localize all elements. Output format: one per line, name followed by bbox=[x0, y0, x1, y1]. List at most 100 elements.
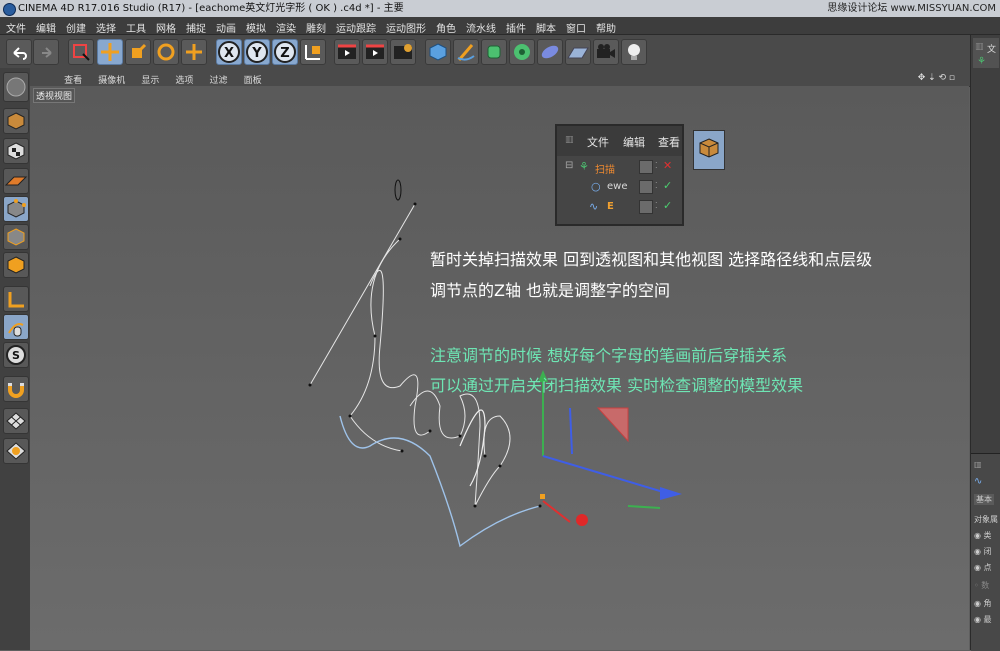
live-selection-button[interactable] bbox=[68, 39, 94, 65]
floor-icon bbox=[567, 47, 589, 59]
viewport-menu-display[interactable]: 显示 bbox=[141, 76, 159, 86]
render-settings-button[interactable] bbox=[390, 39, 416, 65]
nurbs-button[interactable] bbox=[481, 39, 507, 65]
object-menu-edit[interactable]: 编辑 bbox=[623, 134, 645, 150]
render-picture-viewer-button[interactable] bbox=[362, 39, 388, 65]
mograph-cloner-button[interactable] bbox=[509, 39, 535, 65]
visibility-dots-icon[interactable]: ⁚ bbox=[655, 201, 658, 210]
object-row-circle[interactable]: ○ ewe ⁚ ✓ bbox=[557, 177, 682, 197]
polygons-mode-button[interactable] bbox=[3, 252, 29, 278]
transform-icon bbox=[186, 44, 202, 60]
viewport-menu-options[interactable]: 选项 bbox=[175, 76, 193, 86]
pen-spline-button[interactable] bbox=[453, 39, 479, 65]
attr-item-2[interactable]: ◉ 闭 bbox=[974, 546, 992, 557]
object-row-spline-e[interactable]: ∿ E ⁚ ✓ bbox=[557, 197, 682, 217]
object-manager-menu: ▥ 文件 编辑 查看 bbox=[557, 126, 682, 156]
object-manager-dock[interactable]: 文 ▥ ⚘ bbox=[973, 38, 999, 68]
coordinate-system-button[interactable] bbox=[300, 39, 326, 65]
move-tool-button[interactable] bbox=[97, 39, 123, 65]
attr-item-5[interactable]: ◉ 角 bbox=[974, 598, 992, 609]
planar-workplane-button[interactable] bbox=[3, 438, 29, 464]
object-name-sweep: 扫描 bbox=[595, 165, 615, 176]
locked-workplane-button[interactable] bbox=[3, 408, 29, 434]
camera-button[interactable] bbox=[593, 39, 619, 65]
left-mode-toolbar: S bbox=[0, 68, 31, 650]
attr-tab-basic[interactable]: 基本 bbox=[974, 494, 994, 505]
floating-cube-button[interactable] bbox=[693, 130, 725, 170]
x-axis-lock-button[interactable]: X bbox=[216, 39, 242, 65]
z-axis-icon: Z bbox=[274, 41, 296, 63]
snap-icon: S bbox=[6, 345, 26, 365]
viewport-menu-panel[interactable]: 面板 bbox=[244, 76, 262, 86]
dock-grip-icon[interactable]: ▥ bbox=[974, 460, 982, 469]
scale-tool-button[interactable] bbox=[125, 39, 151, 65]
spline-stroke-e bbox=[309, 203, 416, 452]
note-line-2: 调节点的Z轴 也就是调整字的空间 bbox=[430, 281, 671, 300]
edges-mode-button[interactable] bbox=[3, 224, 29, 250]
edges-mode-icon bbox=[7, 228, 25, 246]
clapboard-icon bbox=[338, 44, 356, 59]
attr-item-label: 角 bbox=[983, 599, 992, 608]
tree-expand-icon[interactable]: ⊟ bbox=[565, 160, 573, 171]
attr-item-label: 最 bbox=[983, 615, 992, 624]
spline-stroke-c bbox=[409, 390, 511, 507]
z-axis-lock-button[interactable]: Z bbox=[272, 39, 298, 65]
dock-grip-icon[interactable]: ▥ bbox=[975, 42, 984, 52]
cube-object-button[interactable] bbox=[425, 39, 451, 65]
snap-button[interactable]: S bbox=[3, 342, 29, 368]
rotate-icon bbox=[157, 43, 175, 61]
attr-item-4[interactable]: ◦ 数 bbox=[974, 580, 989, 591]
workplane-mode-button[interactable] bbox=[3, 168, 29, 194]
undo-button[interactable] bbox=[6, 39, 32, 65]
deformer-button[interactable] bbox=[537, 39, 563, 65]
disabled-x-icon[interactable]: ✕ bbox=[663, 159, 672, 172]
viewport-menu-cameras[interactable]: 摄像机 bbox=[98, 76, 125, 86]
enable-snap-button[interactable] bbox=[3, 376, 29, 402]
attr-item-6[interactable]: ◉ 最 bbox=[974, 614, 992, 625]
visibility-dots-icon[interactable]: ⁚ bbox=[655, 161, 658, 170]
layer-chip[interactable] bbox=[639, 160, 653, 174]
transform-tool-button[interactable] bbox=[181, 39, 207, 65]
visibility-dots-icon[interactable]: ⁚ bbox=[655, 181, 658, 190]
object-name-e: E bbox=[607, 201, 614, 212]
attr-item-label: 闭 bbox=[983, 547, 992, 556]
redo-button[interactable] bbox=[33, 39, 59, 65]
light-button[interactable] bbox=[621, 39, 647, 65]
object-menu-view[interactable]: 查看 bbox=[658, 134, 680, 150]
y-axis-icon: Y bbox=[246, 41, 268, 63]
sweep-icon: ⚘ bbox=[977, 56, 986, 67]
dock-tab-label: 文 bbox=[987, 45, 997, 55]
points-mode-icon bbox=[7, 199, 26, 218]
points-mode-button[interactable] bbox=[3, 196, 29, 222]
attr-item-1[interactable]: ◉ 类 bbox=[974, 530, 992, 541]
layer-chip[interactable] bbox=[639, 200, 653, 214]
object-manager-panel: ▥ 文件 编辑 查看 ⊟ ⚘ 扫描 ⁚ ✕ ○ ewe ⁚ ✓ ∿ E ⁚ ✓ bbox=[555, 124, 684, 226]
cube-icon bbox=[429, 43, 447, 61]
viewport-menu-view[interactable]: 查看 bbox=[64, 76, 82, 86]
svg-text:Z: Z bbox=[280, 46, 289, 61]
make-editable-button[interactable] bbox=[3, 72, 29, 102]
tweak-mode-button[interactable] bbox=[3, 314, 29, 340]
texture-mode-button[interactable] bbox=[3, 138, 29, 164]
model-mode-button[interactable] bbox=[3, 108, 29, 134]
enabled-check-icon[interactable]: ✓ bbox=[663, 199, 672, 212]
floor-scene-button[interactable] bbox=[565, 39, 591, 65]
watermark-text: 思缘设计论坛 www.MISSYUAN.COM bbox=[827, 3, 996, 14]
move-icon bbox=[101, 43, 119, 61]
perspective-viewport[interactable]: 透视视图 暂时关掉扫描效果 回到透视图和其他视图 选择路径线和点层级 调节点的Z… bbox=[30, 86, 969, 650]
render-view-button[interactable] bbox=[334, 39, 360, 65]
object-menu-file[interactable]: 文件 bbox=[587, 134, 609, 150]
rotate-tool-button[interactable] bbox=[153, 39, 179, 65]
object-row-sweep[interactable]: ⊟ ⚘ 扫描 ⁚ ✕ bbox=[557, 157, 682, 177]
y-axis-lock-button[interactable]: Y bbox=[244, 39, 270, 65]
viewport-navigation-icons[interactable]: ✥ ⇣ ⟲ ▫ bbox=[918, 69, 955, 87]
model-mode-icon bbox=[7, 112, 25, 130]
viewport-menu-filter[interactable]: 过滤 bbox=[210, 76, 228, 86]
panel-grip-icon[interactable]: ▥ bbox=[565, 135, 574, 145]
axis-mode-button[interactable] bbox=[3, 286, 29, 312]
layer-chip[interactable] bbox=[639, 180, 653, 194]
enabled-check-icon[interactable]: ✓ bbox=[663, 179, 672, 192]
right-dock-panel: 文 ▥ ⚘ ▥ ∿ 基本 对象属 ◉ 类 ◉ 闭 ◉ 点 ◦ 数 ◉ 角 ◉ 最 bbox=[970, 35, 1000, 651]
attr-item-3[interactable]: ◉ 点 bbox=[974, 562, 992, 573]
camera-icon bbox=[597, 44, 615, 58]
